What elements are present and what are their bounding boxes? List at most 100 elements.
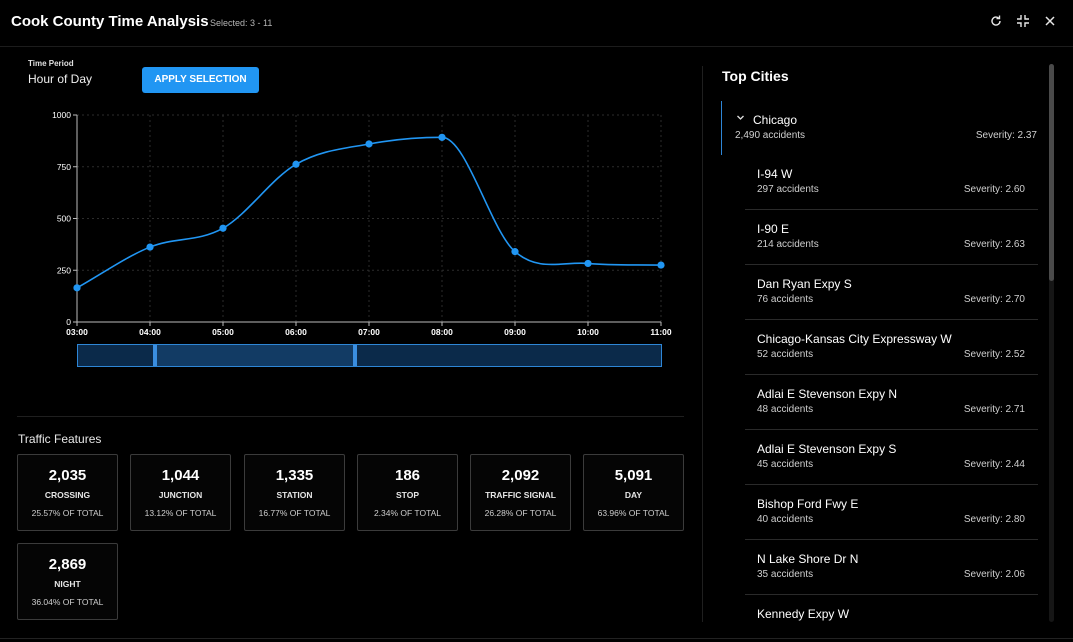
feature-label: TRAFFIC SIGNAL xyxy=(485,490,556,500)
road-item[interactable]: Chicago-Kansas City Expressway W 52 accid… xyxy=(745,320,1038,375)
x-tick-label: 06:00 xyxy=(285,327,307,337)
selected-range-label: Selected: 3 - 11 xyxy=(210,18,273,28)
hourly-accidents-chart: 0 250 500 750 1000 03:00 04:00 05:00 06:00 07:00 0… xyxy=(52,110,672,337)
brush-selection-window[interactable] xyxy=(154,345,355,366)
feature-percent: 63.96% OF TOTAL xyxy=(597,508,670,518)
time-period-label: Time Period xyxy=(28,59,74,68)
road-name: I-90 E xyxy=(757,222,790,236)
road-severity: Severity: 2.52 xyxy=(963,349,1025,360)
x-tick-label: 05:00 xyxy=(212,327,234,337)
x-tick-label: 03:00 xyxy=(66,327,88,337)
road-item[interactable]: Bishop Ford Fwy E 40 accidents Severity: 2… xyxy=(745,485,1038,540)
road-accident-count: 40 accidents xyxy=(757,514,814,525)
road-name: Chicago-Kansas City Expressway W xyxy=(757,332,952,346)
top-cities-title: Top Cities xyxy=(722,68,789,84)
y-tick-label: 500 xyxy=(57,214,71,224)
feature-card-stop: 186 STOP 2.34% OF TOTAL xyxy=(357,454,458,531)
scrollbar-thumb[interactable] xyxy=(1049,64,1054,281)
road-name: Adlai E Stevenson Expy N xyxy=(757,387,898,401)
feature-percent: 26.28% OF TOTAL xyxy=(484,508,557,518)
feature-count: 2,092 xyxy=(501,467,540,484)
time-period-select[interactable]: Hour of Day xyxy=(28,72,92,86)
road-accident-count: 52 accidents xyxy=(757,349,814,360)
data-point xyxy=(584,259,592,268)
chevron-down-icon[interactable] xyxy=(736,113,745,125)
road-accident-count: 45 accidents xyxy=(757,459,814,470)
y-tick-label: 1000 xyxy=(52,110,71,120)
data-point xyxy=(73,284,81,292)
collapse-icon[interactable] xyxy=(1015,14,1031,30)
time-range-brush[interactable] xyxy=(77,344,662,367)
feature-count: 5,091 xyxy=(614,467,653,484)
road-name: Kennedy Expy W xyxy=(757,607,850,621)
road-accident-count: 76 accidents xyxy=(757,294,814,305)
road-name: Bishop Ford Fwy E xyxy=(757,497,859,511)
data-point xyxy=(219,224,227,232)
feature-label: JUNCTION xyxy=(158,490,203,500)
road-severity: Severity: 2.63 xyxy=(963,239,1025,250)
close-icon[interactable] xyxy=(1042,14,1058,30)
feature-card-traffic-signal: 2,092 TRAFFIC SIGNAL 26.28% OF TOTAL xyxy=(470,454,571,531)
road-item[interactable]: Adlai E Stevenson Expy N 48 accidents Seve… xyxy=(745,375,1038,430)
road-name: Adlai E Stevenson Expy S xyxy=(757,442,897,456)
traffic-features-title: Traffic Features xyxy=(18,432,102,446)
road-severity: Severity: 2.44 xyxy=(963,459,1025,470)
feature-percent: 25.57% OF TOTAL xyxy=(31,508,104,518)
scrollbar[interactable] xyxy=(1049,64,1054,622)
city-name: Chicago xyxy=(753,113,798,127)
x-tick-label: 07:00 xyxy=(358,327,380,337)
feature-card-junction: 1,044 JUNCTION 13.12% OF TOTAL xyxy=(130,454,231,531)
city-item-chicago[interactable]: Chicago 2,490 accidents Severity: 2.37 xyxy=(721,101,1041,155)
road-name: N Lake Shore Dr N xyxy=(757,552,859,566)
feature-label: CROSSING xyxy=(44,490,91,500)
feature-percent: 13.12% OF TOTAL xyxy=(144,508,217,518)
feature-card-crossing: 2,035 CROSSING 25.57% OF TOTAL xyxy=(17,454,118,531)
dialog-title: Cook County Time Analysis xyxy=(11,13,209,30)
feature-percent: 2.34% OF TOTAL xyxy=(373,508,442,518)
feature-label: STATION xyxy=(276,490,313,500)
road-severity: Severity: 2.06 xyxy=(963,569,1025,580)
data-point xyxy=(438,133,446,141)
road-item[interactable]: Dan Ryan Expy S 76 accidents Severity: 2.7… xyxy=(745,265,1038,320)
brush-handle-right[interactable] xyxy=(352,345,357,366)
feature-label: DAY xyxy=(624,490,643,500)
feature-percent: 36.04% OF TOTAL xyxy=(31,597,104,607)
road-name: Dan Ryan Expy S xyxy=(757,277,852,291)
data-point xyxy=(146,243,154,251)
x-tick-label: 10:00 xyxy=(577,327,599,337)
x-tick-label: 04:00 xyxy=(139,327,161,337)
road-item[interactable]: Kennedy Expy W xyxy=(745,595,1038,622)
feature-card-day: 5,091 DAY 63.96% OF TOTAL xyxy=(583,454,684,531)
city-accident-count: 2,490 accidents xyxy=(735,130,806,141)
section-divider xyxy=(17,416,684,417)
feature-count: 2,869 xyxy=(48,556,87,573)
refresh-icon[interactable] xyxy=(988,14,1004,30)
feature-count: 186 xyxy=(394,467,421,484)
dialog-header: Cook County Time Analysis Selected: 3 - … xyxy=(0,0,1073,47)
x-tick-label: 09:00 xyxy=(504,327,526,337)
road-severity: Severity: 2.71 xyxy=(963,404,1025,415)
feature-label: NIGHT xyxy=(54,579,81,589)
panel-divider xyxy=(702,66,703,622)
feature-count: 2,035 xyxy=(48,467,87,484)
road-name: I-94 W xyxy=(757,167,793,181)
road-item[interactable]: I-94 W 297 accidents Severity: 2.60 xyxy=(745,155,1038,210)
road-list: I-94 W 297 accidents Severity: 2.60 I-90 E 2… xyxy=(745,155,1038,622)
feature-card-night: 2,869 NIGHT 36.04% OF TOTAL xyxy=(17,543,118,620)
road-item[interactable]: Adlai E Stevenson Expy S 45 accidents Seve… xyxy=(745,430,1038,485)
road-accident-count: 48 accidents xyxy=(757,404,814,415)
feature-count: 1,335 xyxy=(275,467,314,484)
brush-handle-left[interactable] xyxy=(152,345,157,366)
data-point xyxy=(511,248,519,256)
x-tick-label: 08:00 xyxy=(431,327,453,337)
road-accident-count: 35 accidents xyxy=(757,569,814,580)
road-item[interactable]: N Lake Shore Dr N 35 accidents Severity: 2… xyxy=(745,540,1038,595)
apply-selection-button[interactable]: APPLY SELECTION xyxy=(142,67,259,93)
feature-card-station: 1,335 STATION 16.77% OF TOTAL xyxy=(244,454,345,531)
road-accident-count: 297 accidents xyxy=(757,184,819,195)
feature-label: STOP xyxy=(396,490,419,500)
y-tick-label: 250 xyxy=(57,265,71,275)
road-severity: Severity: 2.70 xyxy=(963,294,1025,305)
road-item[interactable]: I-90 E 214 accidents Severity: 2.63 xyxy=(745,210,1038,265)
feature-percent: 16.77% OF TOTAL xyxy=(258,508,331,518)
